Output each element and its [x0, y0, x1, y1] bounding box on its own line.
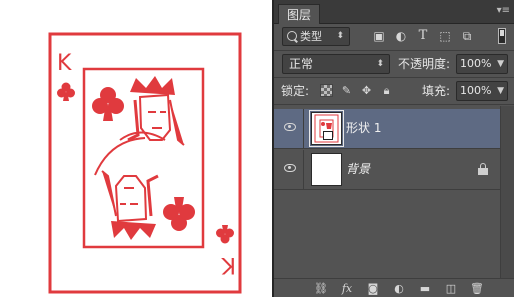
lock-image-pixels-icon[interactable]: ✎ — [340, 84, 353, 97]
panel-menu-icon[interactable]: ▾≡ — [497, 5, 510, 17]
layer-filter-row: 类型 ⬍ ▣ ◐ T ⬚ ⧉ — [274, 24, 514, 50]
layer-thumbnail[interactable] — [309, 110, 344, 147]
layer-lock-icon — [478, 163, 488, 175]
new-layer-icon[interactable]: ◫ — [444, 282, 458, 296]
club-icon-center-bottom — [163, 197, 195, 231]
divider — [303, 109, 304, 149]
opacity-value: 100% — [460, 57, 492, 70]
opacity-label: 不透明度: — [398, 57, 451, 71]
photoshop-window: K K 图层 ▾≡ 类型 ⬍ ▣ ◐ T ⬚ ⧉ 正常 ⬍ 不透明度: 100%… — [0, 0, 514, 297]
layer-name[interactable]: 形状 1 — [346, 121, 381, 135]
club-icon-top-left — [57, 82, 75, 101]
image-filter-icon[interactable]: ▣ — [372, 29, 386, 43]
dropdown-arrow-icon[interactable]: ▼ — [497, 82, 504, 100]
search-icon — [287, 31, 297, 41]
lock-position-icon[interactable]: ✥ — [360, 84, 373, 97]
fill-label: 填充: — [422, 84, 451, 98]
filter-kind-select[interactable]: 类型 ⬍ — [282, 27, 350, 46]
layers-panel: 图层 ▾≡ 类型 ⬍ ▣ ◐ T ⬚ ⧉ 正常 ⬍ 不透明度: 100% ▼ 锁… — [272, 0, 514, 297]
text-filter-icon[interactable]: T — [416, 29, 430, 43]
visibility-eye-icon[interactable] — [284, 164, 296, 172]
card-outer-border — [48, 32, 242, 294]
link-layers-icon[interactable]: ⛓ — [314, 282, 328, 296]
lock-row: 锁定: ✎ ✥ 🔒︎ 填充: 100% ▼ — [274, 78, 514, 104]
king-of-clubs-card: K K — [48, 32, 242, 294]
lock-transparent-pixels-icon[interactable] — [320, 84, 333, 97]
layers-list: 形状 1 背景 — [274, 106, 514, 278]
blend-mode-select[interactable]: 正常 ⬍ — [282, 54, 390, 74]
blend-row: 正常 ⬍ 不透明度: 100% ▼ — [274, 51, 514, 77]
shape-filter-icon[interactable]: ⬚ — [438, 29, 452, 43]
fill-input[interactable]: 100% ▼ — [456, 81, 508, 101]
club-icon-bottom-right — [216, 225, 234, 244]
divider — [274, 104, 514, 105]
updown-arrows-icon: ⬍ — [336, 31, 344, 41]
visibility-eye-icon[interactable] — [284, 123, 296, 131]
layers-bottom-toolbar: ⛓ fx ◙ ◐ ▬ ◫ 🗑︎ — [274, 278, 514, 297]
club-icon-center-top — [92, 87, 124, 121]
opacity-input[interactable]: 100% ▼ — [456, 54, 508, 74]
layer-style-fx-icon[interactable]: fx — [340, 282, 354, 296]
divider — [303, 150, 304, 190]
rank-top-left: K — [57, 51, 72, 76]
tab-layers[interactable]: 图层 — [278, 4, 321, 24]
smart-object-filter-icon[interactable]: ⧉ — [460, 29, 474, 43]
document-canvas[interactable]: K K — [0, 0, 272, 297]
king-figure-bottom — [101, 170, 159, 240]
layer-row-shape-1[interactable]: 形状 1 — [274, 109, 500, 149]
lock-all-icon[interactable]: 🔒︎ — [380, 84, 393, 97]
updown-arrows-icon: ⬍ — [376, 59, 384, 69]
panel-tab-bar: 图层 ▾≡ — [274, 0, 514, 24]
blend-mode-value: 正常 — [289, 57, 314, 71]
adjustment-filter-icon[interactable]: ◐ — [394, 29, 408, 43]
filter-kind-label: 类型 — [300, 30, 322, 43]
adjustment-layer-icon[interactable]: ◐ — [392, 282, 406, 296]
layers-scrollbar[interactable] — [500, 106, 514, 278]
delete-layer-trash-icon[interactable]: 🗑︎ — [470, 282, 484, 296]
layer-thumbnail[interactable] — [311, 153, 342, 186]
rank-bottom-right: K — [221, 252, 236, 277]
add-mask-icon[interactable]: ◙ — [366, 282, 380, 296]
dropdown-arrow-icon[interactable]: ▼ — [497, 55, 504, 73]
filter-toggle-switch[interactable] — [498, 28, 506, 44]
layer-name[interactable]: 背景 — [346, 162, 370, 176]
vector-mask-icon — [323, 131, 333, 140]
lock-label: 锁定: — [281, 84, 310, 98]
layer-row-background[interactable]: 背景 — [274, 150, 500, 190]
new-group-folder-icon[interactable]: ▬ — [418, 282, 432, 296]
fill-value: 100% — [460, 84, 492, 97]
